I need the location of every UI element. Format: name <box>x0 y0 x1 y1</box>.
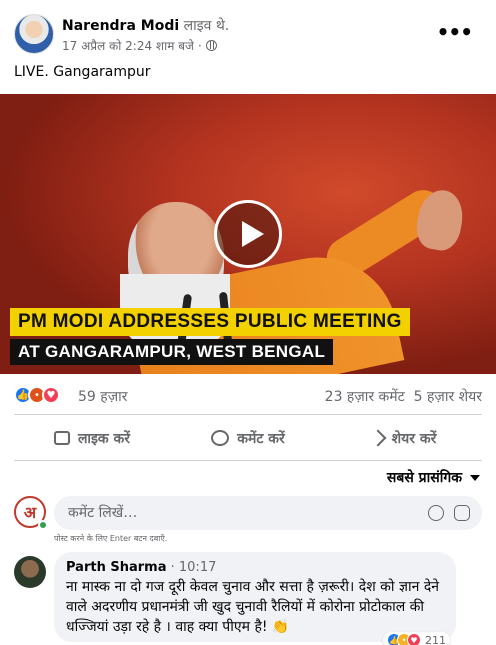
reaction-count[interactable]: 59 हज़ार <box>78 387 127 406</box>
author-avatar[interactable] <box>14 14 54 54</box>
post-header: Narendra Modi लाइव थे. 17 अप्रैल को 2:24… <box>14 14 482 58</box>
sort-label: सबसे प्रासंगिक <box>386 470 462 486</box>
comment-button[interactable]: कमेंट करें <box>170 420 326 456</box>
comment-bubble: Parth Sharma · 10:17 ना मास्क ना दो गज द… <box>54 552 456 645</box>
engagement-counts: 23 हज़ार कमेंट 5 हज़ार शेयर <box>325 387 482 406</box>
comment-icon <box>211 430 230 446</box>
reaction-icons[interactable]: 👍 • ♥ <box>14 386 60 404</box>
online-indicator <box>38 520 48 530</box>
live-status: लाइव थे. <box>183 18 230 34</box>
commenter-name[interactable]: Parth Sharma <box>66 560 166 575</box>
comment-reactions[interactable]: 👍 • ♥ 211 <box>383 632 450 645</box>
comment-sort-dropdown[interactable]: सबसे प्रासंगिक <box>387 468 480 487</box>
divider <box>14 414 482 415</box>
post-timestamp[interactable]: 17 अप्रैल को 2:24 शाम बजे <box>62 37 194 54</box>
composer-hint: पोस्ट करने के लिए Enter बटन दबाएँ. <box>54 534 168 543</box>
like-button[interactable]: लाइक करें <box>14 420 170 456</box>
video-banner-subtitle: AT GANGARAMPUR, WEST BENGAL <box>10 339 334 365</box>
play-icon[interactable] <box>214 200 282 268</box>
comment-input[interactable] <box>66 504 428 522</box>
ellipsis-icon[interactable]: ••• <box>437 20 473 44</box>
comment-time[interactable]: 10:17 <box>179 560 216 575</box>
author-line: Narendra Modi लाइव थे. <box>62 16 229 35</box>
divider <box>14 460 482 461</box>
commenter-avatar[interactable] <box>14 556 46 588</box>
comment-text: ना मास्क ना दो गज दूरी केवल चुनाव और सत्… <box>66 579 440 635</box>
comment-count[interactable]: 23 हज़ार कमेंट <box>325 389 405 405</box>
emoji-icon[interactable] <box>428 505 444 521</box>
comment-label: कमेंट करें <box>237 430 285 447</box>
post-caption: LIVE. Gangarampur <box>14 64 151 80</box>
share-label: शेयर करें <box>391 430 437 447</box>
caret-down-icon <box>470 474 480 481</box>
share-count[interactable]: 5 हज़ार शेयर <box>414 389 482 405</box>
action-bar: लाइक करें कमेंट करें शेयर करें <box>14 420 482 456</box>
meta-separator: · <box>197 38 202 53</box>
share-icon <box>369 429 387 447</box>
love-icon: ♥ <box>42 386 60 404</box>
globe-icon <box>205 40 217 51</box>
comment-reaction-count: 211 <box>425 633 446 645</box>
share-button[interactable]: शेयर करें <box>326 420 482 456</box>
video-player[interactable]: PM MODI ADDRESSES PUBLIC MEETING AT GANG… <box>0 94 496 374</box>
sticker-icon[interactable] <box>454 505 470 521</box>
comment-composer[interactable] <box>54 496 482 530</box>
post-stats: 👍 • ♥ 59 हज़ार 23 हज़ार कमेंट 5 हज़ार शे… <box>14 384 482 408</box>
viewer-avatar-letter: अ <box>23 503 37 522</box>
video-banner-title: PM MODI ADDRESSES PUBLIC MEETING <box>10 308 410 336</box>
like-label: लाइक करें <box>77 430 131 447</box>
love-icon: ♥ <box>407 633 421 645</box>
author-name[interactable]: Narendra Modi <box>62 18 179 34</box>
post-card: Narendra Modi लाइव थे. 17 अप्रैल को 2:24… <box>0 0 496 645</box>
post-meta: 17 अप्रैल को 2:24 शाम बजे · <box>62 37 217 54</box>
thumbs-up-icon <box>53 431 70 445</box>
comment-header: Parth Sharma · 10:17 <box>66 560 217 575</box>
